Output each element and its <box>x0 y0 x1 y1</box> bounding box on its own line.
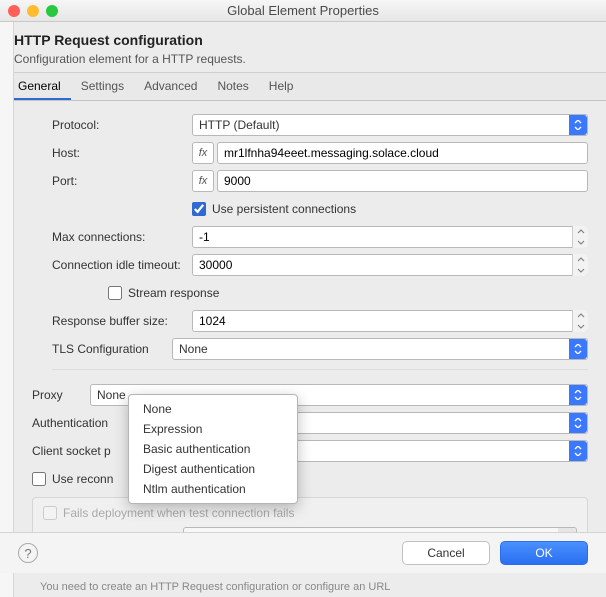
use-reconnection-checkbox[interactable]: Use reconn <box>32 472 113 486</box>
chevron-down-icon <box>569 339 587 359</box>
chevron-down-icon <box>569 385 587 405</box>
host-input[interactable] <box>217 142 588 164</box>
page-title: HTTP Request configuration <box>14 32 592 48</box>
left-gutter <box>0 22 14 597</box>
auth-option-basic[interactable]: Basic authentication <box>129 439 297 459</box>
stepper-icon[interactable] <box>572 226 588 248</box>
stream-response-label: Stream response <box>128 286 219 300</box>
idle-timeout-input[interactable] <box>192 254 588 276</box>
tab-advanced[interactable]: Advanced <box>134 73 207 100</box>
proxy-value: None <box>97 388 126 402</box>
max-connections-label: Max connections: <box>52 230 192 244</box>
protocol-value: HTTP (Default) <box>199 118 279 132</box>
use-persistent-box[interactable] <box>192 202 206 216</box>
tab-notes[interactable]: Notes <box>207 73 258 100</box>
idle-timeout-label: Connection idle timeout: <box>52 258 192 272</box>
stream-response-checkbox[interactable]: Stream response <box>108 286 219 300</box>
proxy-label: Proxy <box>32 388 90 402</box>
tls-select[interactable]: None <box>172 338 588 360</box>
tls-label: TLS Configuration <box>52 342 172 356</box>
stepper-icon[interactable] <box>572 310 588 332</box>
page-subtitle: Configuration element for a HTTP request… <box>14 52 592 66</box>
tab-bar: General Settings Advanced Notes Help <box>0 72 606 101</box>
response-buffer-input[interactable] <box>192 310 588 332</box>
chevron-down-icon <box>569 441 587 461</box>
fx-icon[interactable]: fx <box>192 142 214 164</box>
use-persistent-checkbox[interactable]: Use persistent connections <box>192 202 356 216</box>
use-persistent-label: Use persistent connections <box>212 202 356 216</box>
host-label: Host: <box>52 146 192 160</box>
response-buffer-label: Response buffer size: <box>52 314 192 328</box>
port-label: Port: <box>52 174 192 188</box>
auth-option-digest[interactable]: Digest authentication <box>129 459 297 479</box>
footer-hint: You need to create an HTTP Request confi… <box>40 581 390 593</box>
fails-deployment-checkbox: Fails deployment when test connection fa… <box>43 506 577 520</box>
cancel-button[interactable]: Cancel <box>402 541 490 565</box>
tls-value: None <box>179 342 208 356</box>
fails-deployment-box <box>43 506 57 520</box>
stream-response-box[interactable] <box>108 286 122 300</box>
protocol-select[interactable]: HTTP (Default) <box>192 114 588 136</box>
authentication-label: Authentication <box>32 416 128 430</box>
auth-option-expression[interactable]: Expression <box>129 419 297 439</box>
tab-help[interactable]: Help <box>259 73 304 100</box>
use-reconnection-box[interactable] <box>32 472 46 486</box>
tab-settings[interactable]: Settings <box>71 73 134 100</box>
help-icon[interactable]: ? <box>18 543 38 563</box>
auth-option-ntlm[interactable]: Ntlm authentication <box>129 479 297 499</box>
ok-button[interactable]: OK <box>500 541 588 565</box>
port-input[interactable] <box>217 170 588 192</box>
use-reconnection-label: Use reconn <box>52 472 113 486</box>
auth-option-none[interactable]: None <box>129 399 297 419</box>
fails-deployment-label: Fails deployment when test connection fa… <box>63 506 294 520</box>
tab-general[interactable]: General <box>8 73 71 100</box>
chevron-down-icon <box>569 413 587 433</box>
max-connections-input[interactable] <box>192 226 588 248</box>
authentication-dropdown[interactable]: None Expression Basic authentication Dig… <box>128 394 298 504</box>
fx-icon[interactable]: fx <box>192 170 214 192</box>
window-title: Global Element Properties <box>0 3 606 18</box>
client-socket-label: Client socket p <box>32 444 128 458</box>
chevron-down-icon <box>569 115 587 135</box>
stepper-icon[interactable] <box>572 254 588 276</box>
protocol-label: Protocol: <box>52 118 192 132</box>
